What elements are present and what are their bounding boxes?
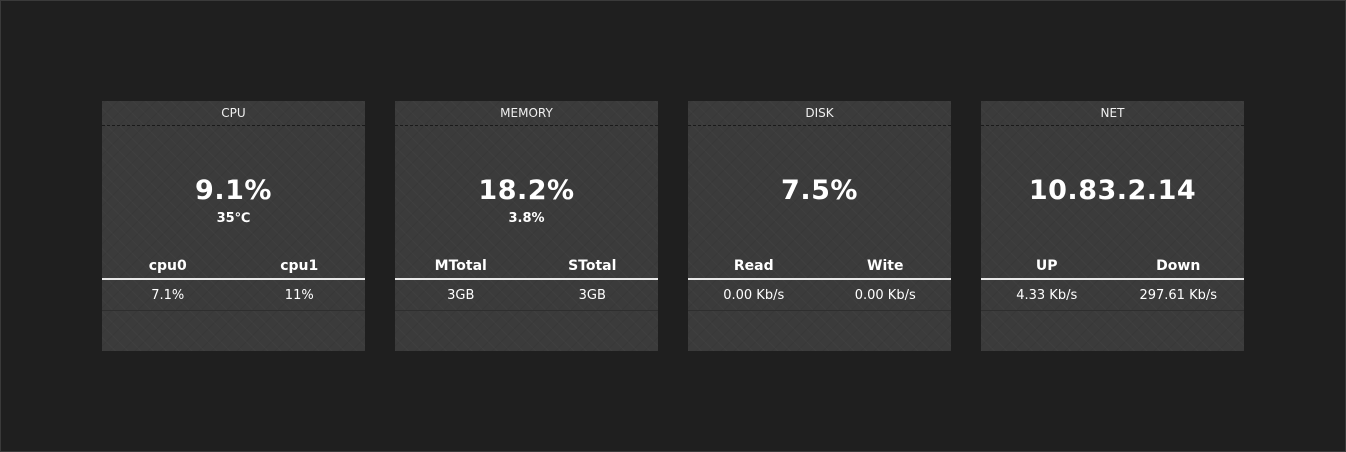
- disk-table-header-row: Read Wite: [688, 254, 951, 280]
- cpu-temperature-value: 35℃: [216, 211, 251, 226]
- read-value: 0.00 Kb/s: [723, 287, 785, 303]
- net-table-header-row: UP Down: [981, 254, 1244, 280]
- disk-panel: DISK 7.5% Read Wite 0.00 Kb/s 0.00 Kb/s: [688, 101, 951, 351]
- memory-panel-title: MEMORY: [395, 101, 658, 126]
- memory-table-value-row: 3GB 3GB: [395, 280, 658, 311]
- memory-panel: MEMORY 18.2% 3.8% MTotal STotal 3GB 3GB: [395, 101, 658, 351]
- cpu-usage-value: 9.1%: [195, 175, 272, 206]
- disk-panel-title: DISK: [688, 101, 951, 126]
- write-header: Wite: [867, 258, 904, 274]
- download-value: 297.61 Kb/s: [1139, 287, 1218, 303]
- ip-address-value: 10.83.2.14: [1028, 175, 1197, 206]
- mtotal-header: MTotal: [434, 258, 487, 274]
- read-header: Read: [733, 258, 774, 274]
- net-traffic-table: UP Down 4.33 Kb/s 297.61 Kb/s: [981, 254, 1244, 311]
- disk-usage-value: 7.5%: [781, 175, 858, 206]
- download-header: Down: [1156, 258, 1201, 274]
- disk-table-value-row: 0.00 Kb/s 0.00 Kb/s: [688, 280, 951, 311]
- disk-io-table: Read Wite 0.00 Kb/s 0.00 Kb/s: [688, 254, 951, 311]
- cpu-table-value-row: 7.1% 11%: [102, 280, 365, 311]
- cpu0-header: cpu0: [148, 258, 187, 274]
- memory-table-header-row: MTotal STotal: [395, 254, 658, 280]
- cpu1-header: cpu1: [280, 258, 319, 274]
- swap-usage-value: 3.8%: [508, 211, 545, 226]
- cpu-table-header-row: cpu0 cpu1: [102, 254, 365, 280]
- memory-usage-value: 18.2%: [478, 175, 575, 206]
- net-table-value-row: 4.33 Kb/s 297.61 Kb/s: [981, 280, 1244, 311]
- upload-value: 4.33 Kb/s: [1016, 287, 1078, 303]
- net-panel: NET 10.83.2.14 UP Down 4.33 Kb/s 297.61 …: [981, 101, 1244, 351]
- cpu0-value: 7.1%: [151, 287, 185, 303]
- mtotal-value: 3GB: [447, 287, 475, 303]
- stotal-value: 3GB: [578, 287, 606, 303]
- monitor-panels: CPU 9.1% 35℃ cpu0 cpu1 7.1% 11% MEMORY 1…: [102, 101, 1244, 351]
- stotal-header: STotal: [568, 258, 617, 274]
- cpu-core-table: cpu0 cpu1 7.1% 11%: [102, 254, 365, 311]
- write-value: 0.00 Kb/s: [854, 287, 916, 303]
- upload-header: UP: [1035, 258, 1058, 274]
- net-panel-title: NET: [981, 101, 1244, 126]
- cpu1-value: 11%: [284, 287, 314, 303]
- memory-table: MTotal STotal 3GB 3GB: [395, 254, 658, 311]
- cpu-panel-title: CPU: [102, 101, 365, 126]
- cpu-panel: CPU 9.1% 35℃ cpu0 cpu1 7.1% 11%: [102, 101, 365, 351]
